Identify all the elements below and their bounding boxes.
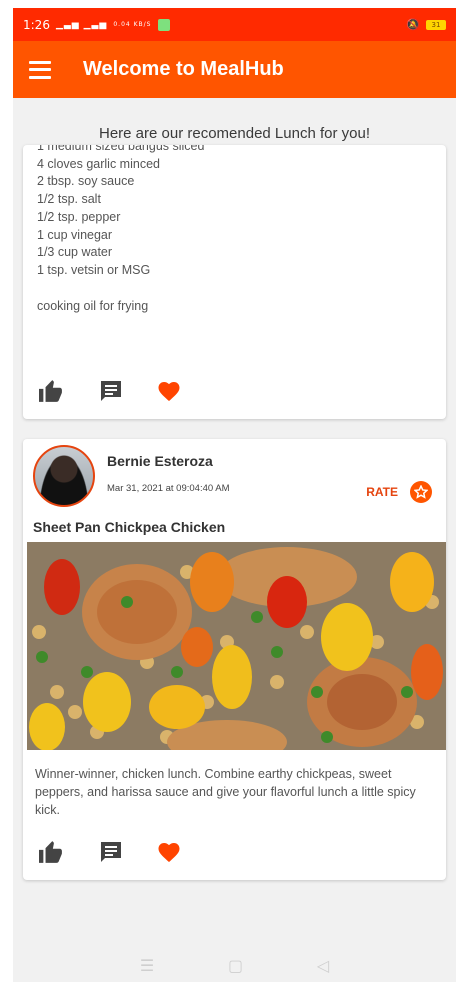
ingredient-list: 1 medium sized bangus sliced 4 cloves ga… (23, 145, 446, 315)
ingredient-item: 1/2 tsp. pepper (37, 209, 121, 224)
rate-label: RATE (366, 485, 398, 499)
thumbs-up-icon[interactable] (37, 379, 65, 403)
mute-icon: 🔕 (406, 18, 420, 31)
comment-icon[interactable] (99, 379, 123, 403)
rate-button[interactable]: RATE (366, 481, 432, 503)
recipe-card[interactable]: Bernie Esteroza Mar 31, 2021 at 09:04:40… (23, 439, 446, 880)
app-bar: Welcome to MealHub (13, 41, 456, 98)
ingredient-item: 2 tbsp. soy sauce (37, 174, 135, 189)
ingredient-item: 4 cloves garlic minced (37, 156, 160, 171)
heart-icon[interactable] (157, 841, 181, 863)
status-time: 1:26 (23, 17, 50, 32)
card-actions (37, 840, 181, 864)
ingredient-item: 1/2 tsp. salt (37, 192, 101, 207)
notification-app-icon (157, 18, 170, 31)
status-bar: 1:26 ▁▃▅ ▁▃▅ 0.04 KB/S 🔕 31 (13, 8, 456, 41)
app-title: Welcome to MealHub (83, 58, 284, 80)
ingredient-item: 1 tsp. vetsin or MSG (37, 262, 151, 277)
heart-icon[interactable] (157, 380, 181, 402)
recents-icon[interactable]: ☰ (140, 956, 154, 975)
ingredient-item: cooking oil for frying (37, 298, 149, 313)
app-screen: 1:26 ▁▃▅ ▁▃▅ 0.04 KB/S 🔕 31 Welcome to M… (13, 8, 456, 982)
comment-icon[interactable] (99, 840, 123, 864)
ingredient-item: 1 cup vinegar (37, 227, 113, 242)
recipe-description: Winner-winner, chicken lunch. Combine ea… (35, 767, 416, 817)
ingredient-item: 1 medium sized bangus sliced (37, 145, 205, 153)
page-subtitle: Here are our recomended Lunch for you! (99, 125, 370, 142)
home-icon[interactable]: ▢ (228, 956, 243, 975)
card-actions (37, 379, 181, 403)
recipe-title: Sheet Pan Chickpea Chicken (33, 519, 226, 535)
thumbs-up-icon[interactable] (37, 840, 65, 864)
recipe-image[interactable] (27, 542, 446, 750)
network-speed: 0.04 KB/S (113, 21, 152, 28)
signal-icon: ▁▃▅ ▁▃▅ (55, 19, 108, 30)
system-nav-bar: ☰ ▢ ◁ (13, 948, 456, 982)
avatar[interactable] (33, 445, 95, 507)
subtitle-area: Here are our recomended Lunch for you! (13, 98, 456, 144)
star-icon (410, 481, 432, 503)
post-date: Mar 31, 2021 at 09:04:40 AM (107, 483, 230, 494)
back-icon[interactable]: ◁ (317, 956, 329, 975)
author-row: Bernie Esteroza Mar 31, 2021 at 09:04:40… (23, 439, 446, 511)
hamburger-menu-icon[interactable] (29, 60, 51, 79)
author-name[interactable]: Bernie Esteroza (107, 453, 213, 469)
ingredient-item: 1/3 cup water (37, 245, 113, 260)
battery-icon: 31 (426, 19, 446, 30)
recipe-card[interactable]: 1 medium sized bangus sliced 4 cloves ga… (23, 145, 446, 419)
